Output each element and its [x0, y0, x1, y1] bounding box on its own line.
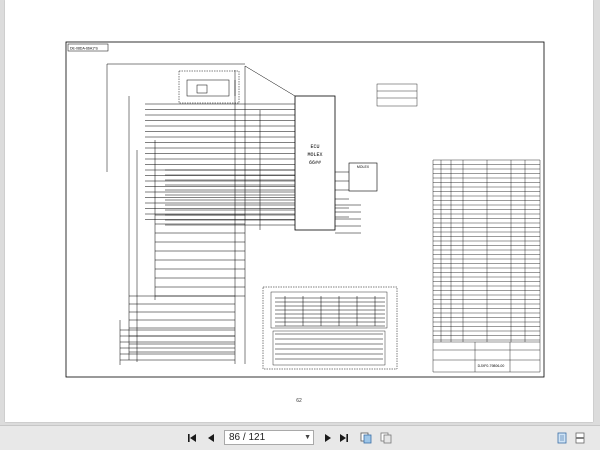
page-number-select[interactable]: 86 / 121 ▼: [224, 430, 314, 445]
skip-last-icon[interactable]: [338, 432, 350, 444]
single-page-view-icon[interactable]: [556, 432, 568, 444]
document-viewer[interactable]: DE-08DA-66A1*S ECU MOLEX 66## MOLEX DJXF…: [0, 0, 600, 425]
drawing-number: DJXF0-79806-00: [478, 364, 505, 368]
next-page-icon[interactable]: [322, 432, 334, 444]
skip-first-icon[interactable]: [186, 432, 198, 444]
ecu-label-3: 66##: [309, 160, 321, 166]
ecu-label-2: MOLEX: [307, 152, 322, 158]
continuous-page-view-icon[interactable]: [574, 432, 586, 444]
side-by-side-icon[interactable]: [380, 432, 392, 444]
fit-page-icon[interactable]: [360, 432, 372, 444]
wiring-diagram: DE-08DA-66A1*S ECU MOLEX 66## MOLEX DJXF…: [65, 41, 545, 378]
parts-table: [432, 159, 541, 373]
ecu-label-1: ECU: [310, 144, 319, 150]
connector-label: MOLEX: [357, 165, 370, 169]
page-footer-number: 62: [296, 398, 302, 404]
bottom-toolbar: 86 / 121 ▼: [0, 425, 600, 450]
page-indicator: 86 / 121: [229, 432, 266, 443]
prev-page-icon[interactable]: [205, 432, 217, 444]
wire-harness: [107, 63, 385, 361]
legend-block: [376, 83, 418, 107]
chevron-down-icon: ▼: [304, 434, 311, 441]
pdf-page: DE-08DA-66A1*S ECU MOLEX 66## MOLEX DJXF…: [5, 0, 593, 422]
drawing-id-label: DE-08DA-66A1*S: [70, 47, 98, 51]
